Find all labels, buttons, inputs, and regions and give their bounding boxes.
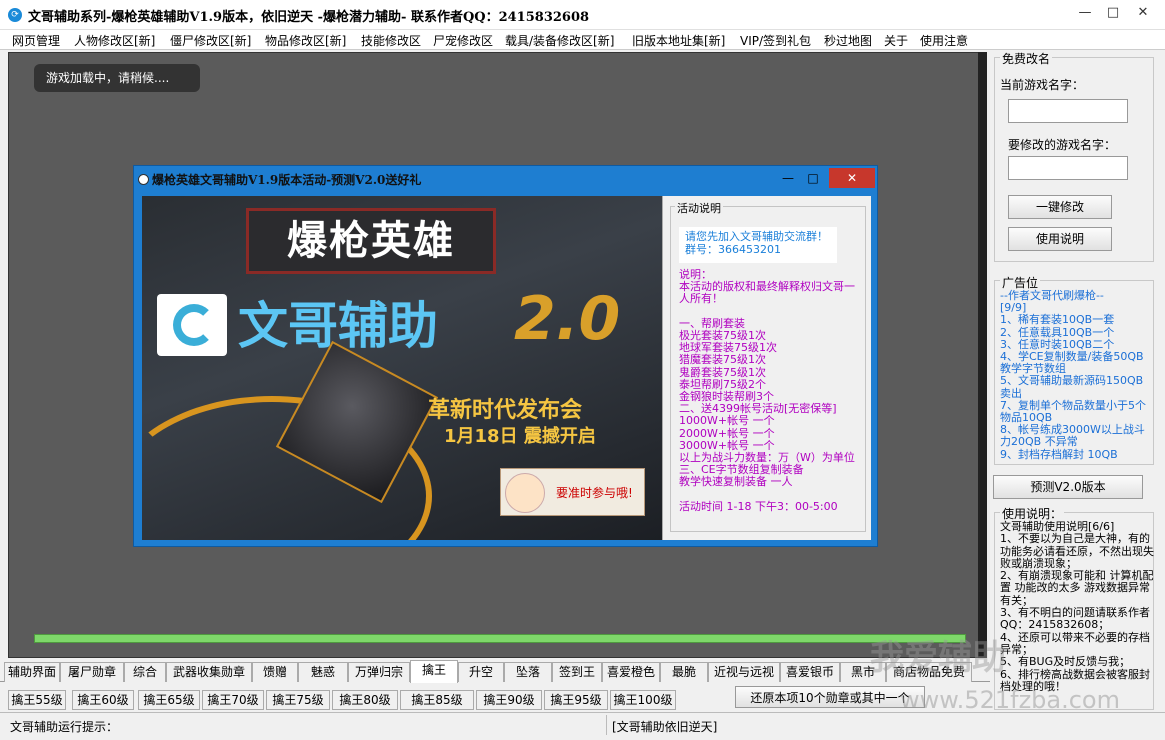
tab-gift[interactable]: 馈赠 (252, 662, 298, 682)
tab-charm[interactable]: 魅惑 (298, 662, 348, 682)
subtab-king-60[interactable]: 擒王60级 (72, 690, 134, 710)
subtab-king-90[interactable]: 擒王90级 (476, 690, 542, 710)
subtab-king-80[interactable]: 擒王80级 (332, 690, 398, 710)
banner-version-text: 2.0 (514, 284, 621, 354)
event-qq-notice: 请您先加入文哥辅助交流群！群号：366453201 (679, 227, 837, 263)
game-progress-bar (34, 634, 966, 643)
menu-item-items[interactable]: 物品修改区[新] (265, 32, 346, 49)
current-name-input[interactable] (1008, 99, 1128, 123)
popup-close-button[interactable]: ✕ (829, 168, 875, 188)
tab-signin-king[interactable]: 签到王 (552, 662, 602, 682)
usage-content: 文哥辅助使用说明[6/6] 1、不要以为自己是大神，有的功能务必请看还原，不然出… (1000, 520, 1154, 693)
game-viewport-edge (978, 52, 987, 658)
tab-weapon-medal[interactable]: 武器收集勋章 (166, 662, 252, 682)
tab-most-fragile[interactable]: 最脆 (660, 662, 708, 682)
main-tab-strip: 辅助界面 屠尸勋章 综合 武器收集勋章 馈赠 魅惑 万弹归宗 擒王 升空 坠落 … (0, 660, 990, 683)
tab-love-silver[interactable]: 喜爱银币 (780, 662, 840, 682)
event-info-legend: 活动说明 (675, 200, 723, 216)
subtab-king-75[interactable]: 擒王75级 (266, 690, 330, 710)
subtab-king-95[interactable]: 擒王95级 (544, 690, 608, 710)
cartoon-face-icon (505, 473, 545, 513)
app-icon: ⟳ (8, 8, 22, 22)
maximize-button[interactable]: □ (1100, 4, 1126, 22)
loading-toast: 游戏加载中，请稍候.... (34, 64, 200, 92)
rename-legend: 免费改名 (1000, 50, 1053, 67)
menu-item-vip[interactable]: VIP/签到礼包 (740, 32, 811, 49)
new-name-input[interactable] (1008, 156, 1128, 180)
tab-bullets[interactable]: 万弹归宗 (348, 662, 410, 682)
popup-minimize-button[interactable]: — (774, 168, 802, 188)
menu-item-old-urls[interactable]: 旧版本地址集[新] (632, 32, 725, 49)
tab-capture-king[interactable]: 擒王 (410, 660, 458, 683)
subtab-king-100[interactable]: 擒王100级 (610, 690, 676, 710)
menu-item-pets[interactable]: 尸宠修改区 (433, 32, 493, 49)
status-bar: 文哥辅助运行提示： [文哥辅助依旧逆天] (0, 712, 1165, 740)
title-bar: ⟳ 文哥辅助系列-爆枪英雄辅助V1.9版本，依旧逆天 -爆枪潜力辅助- 联系作者… (0, 0, 1165, 30)
tab-sight[interactable]: 近视与远视 (708, 662, 780, 682)
popup-app-icon (138, 174, 149, 185)
sub-tab-strip: 擒王55级 擒王60级 擒王65级 擒王70级 擒王75级 擒王80级 擒王85… (0, 690, 740, 710)
menu-bar: 网页管理 人物修改区[新] 僵尸修改区[新] 物品修改区[新] 技能修改区 尸宠… (0, 30, 1165, 50)
tab-zombie-medal[interactable]: 屠尸勋章 (60, 662, 124, 682)
tab-general[interactable]: 综合 (124, 662, 166, 682)
current-name-label: 当前游戏名字： (1000, 78, 1085, 92)
menu-item-about[interactable]: 关于 (884, 32, 908, 49)
event-popup: 爆枪英雄文哥辅助V1.9版本活动-预测V2.0送好礼 — □ ✕ 爆枪英雄 文哥… (133, 165, 878, 547)
new-name-label: 要修改的游戏名字： (1008, 138, 1117, 152)
close-button[interactable]: ✕ (1130, 4, 1156, 22)
predict-v2-button[interactable]: 预测V2.0版本 (993, 475, 1143, 499)
watermark-text: 我爱辅助 (870, 638, 1006, 678)
status-slogan: [文哥辅助依旧逆天] (612, 720, 718, 734)
watermark-url: www.521fzba.com (900, 686, 1120, 714)
rename-help-button[interactable]: 使用说明 (1008, 227, 1112, 251)
popup-title: 爆枪英雄文哥辅助V1.9版本活动-预测V2.0送好礼 (152, 173, 422, 187)
banner-cta[interactable]: 要准时参与哦! (500, 468, 645, 516)
event-description: 说明： 本活动的版权和最终解释权归文哥一人所有！ 一、帮刷套装 极光套装75级1… (679, 268, 855, 513)
banner-event-text: 革新时代发布会 (428, 398, 583, 423)
status-divider (606, 715, 607, 735)
banner-brand-logo: 爆枪英雄 (246, 208, 496, 274)
tab-assist[interactable]: 辅助界面 (4, 662, 60, 682)
minimize-button[interactable]: — (1072, 4, 1098, 22)
menu-item-skills[interactable]: 技能修改区 (361, 32, 421, 49)
subtab-king-65[interactable]: 擒王65级 (138, 690, 200, 710)
subtab-king-55[interactable]: 擒王55级 (8, 690, 66, 710)
tab-love-orange[interactable]: 喜爱橙色 (602, 662, 660, 682)
popup-maximize-button[interactable]: □ (799, 168, 827, 188)
tab-ascend[interactable]: 升空 (458, 662, 504, 682)
restore-medals-button[interactable]: 还原本项10个勋章或其中一个 (735, 686, 925, 708)
subtab-king-85[interactable]: 擒王85级 (400, 690, 474, 710)
menu-item-vehicle[interactable]: 载具/装备修改区[新] (505, 32, 614, 49)
event-banner: 爆枪英雄 文哥辅助 2.0 革新时代发布会 1月18日 震撼开启 要准时参与哦! (142, 196, 662, 540)
menu-item-notes[interactable]: 使用注意 (920, 32, 968, 49)
banner-ring-logo-icon (157, 294, 227, 356)
banner-assist-text: 文哥辅助 (238, 297, 438, 355)
menu-item-web[interactable]: 网页管理 (12, 32, 60, 49)
banner-date-text: 1月18日 震撼开启 (444, 426, 596, 447)
menu-item-character[interactable]: 人物修改区[新] (74, 32, 155, 49)
event-info-panel: 请您先加入文哥辅助交流群！群号：366453201 说明： 本活动的版权和最终解… (662, 196, 871, 540)
ad-content: --作者文哥代刷爆枪-- [9/9] 1、稀有套装10QB一套 2、任意载具10… (1000, 289, 1146, 461)
banner-brand-text: 爆枪英雄 (287, 218, 455, 264)
event-info-group: 请您先加入文哥辅助交流群！群号：366453201 说明： 本活动的版权和最终解… (670, 206, 866, 532)
one-click-rename-button[interactable]: 一键修改 (1008, 195, 1112, 219)
status-tip: 文哥辅助运行提示： (10, 720, 119, 734)
tab-fall[interactable]: 坠落 (504, 662, 552, 682)
banner-logo-ring (173, 304, 215, 346)
window-title: 文哥辅助系列-爆枪英雄辅助V1.9版本，依旧逆天 -爆枪潜力辅助- 联系作者QQ… (28, 10, 590, 25)
menu-item-skip-map[interactable]: 秒过地图 (824, 32, 872, 49)
banner-cta-text: 要准时参与哦! (556, 486, 633, 500)
subtab-king-70[interactable]: 擒王70级 (202, 690, 264, 710)
menu-item-zombie[interactable]: 僵尸修改区[新] (170, 32, 251, 49)
